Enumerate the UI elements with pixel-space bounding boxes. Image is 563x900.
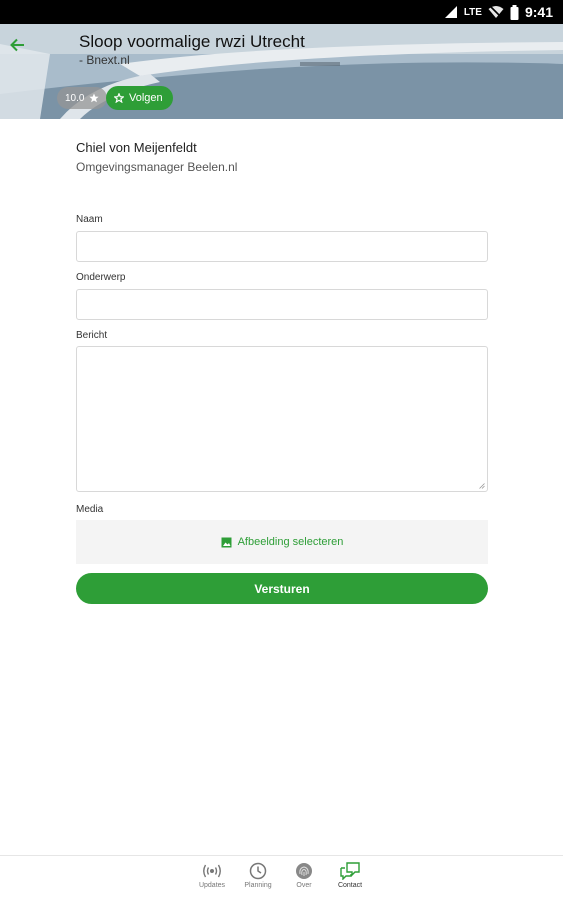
wifi-off-icon bbox=[488, 5, 504, 19]
resize-grip-icon[interactable] bbox=[479, 483, 485, 489]
message-label: Bericht bbox=[76, 330, 108, 341]
clock-time: 9:41 bbox=[524, 4, 553, 20]
media-picker: Afbeelding selecteren bbox=[76, 520, 488, 564]
nav-planning-label: Planning bbox=[244, 882, 272, 889]
status-bar: LTE 9:41 bbox=[0, 0, 563, 24]
media-label: Media bbox=[76, 504, 104, 515]
contact-name: Chiel von Meijenfeldt bbox=[76, 140, 197, 155]
subject-input[interactable] bbox=[77, 290, 487, 319]
rating-value: 10.0 bbox=[65, 92, 85, 104]
nav-over[interactable]: Over bbox=[281, 862, 327, 889]
status-icons: LTE 9:41 bbox=[444, 3, 553, 21]
project-source: - Bnext.nl bbox=[79, 53, 130, 67]
select-image-button[interactable]: Afbeelding selecteren bbox=[221, 536, 344, 548]
clock-icon bbox=[249, 862, 267, 880]
subject-field-box bbox=[76, 289, 488, 320]
nav-planning[interactable]: Planning bbox=[235, 862, 281, 889]
fingerprint-icon bbox=[296, 863, 312, 879]
nav-over-label: Over bbox=[296, 882, 312, 889]
contact-role: Omgevingsmanager Beelen.nl bbox=[76, 160, 238, 174]
battery-icon bbox=[510, 4, 519, 20]
star-outline-icon bbox=[114, 93, 124, 103]
bottom-navigation: Updates Planning Over Contact bbox=[0, 855, 563, 900]
back-button[interactable] bbox=[6, 34, 28, 56]
project-title: Sloop voormalige rwzi Utrecht bbox=[79, 32, 305, 51]
image-icon bbox=[221, 537, 232, 547]
follow-button[interactable]: Volgen bbox=[106, 86, 173, 110]
name-input[interactable] bbox=[77, 232, 487, 261]
follow-label: Volgen bbox=[129, 92, 163, 104]
message-textarea[interactable] bbox=[77, 347, 487, 491]
subject-label: Onderwerp bbox=[76, 272, 126, 283]
name-field-box bbox=[76, 231, 488, 262]
back-arrow-icon bbox=[10, 38, 24, 52]
broadcast-icon bbox=[203, 864, 221, 878]
rating-chip: 10.0 bbox=[57, 87, 108, 109]
name-label: Naam bbox=[76, 214, 103, 225]
network-type: LTE bbox=[463, 6, 482, 18]
star-icon bbox=[89, 93, 100, 103]
project-header: Sloop voormalige rwzi Utrecht - Bnext.nl… bbox=[0, 24, 563, 119]
nav-contact[interactable]: Contact bbox=[327, 862, 373, 889]
chat-icon bbox=[340, 862, 360, 880]
signal-icon bbox=[444, 6, 457, 18]
nav-updates[interactable]: Updates bbox=[189, 862, 235, 889]
nav-contact-label: Contact bbox=[337, 882, 363, 889]
nav-updates-label: Updates bbox=[198, 882, 226, 889]
submit-button[interactable]: Versturen bbox=[76, 573, 488, 604]
message-field-box bbox=[76, 346, 488, 492]
select-image-label: Afbeelding selecteren bbox=[237, 536, 344, 548]
